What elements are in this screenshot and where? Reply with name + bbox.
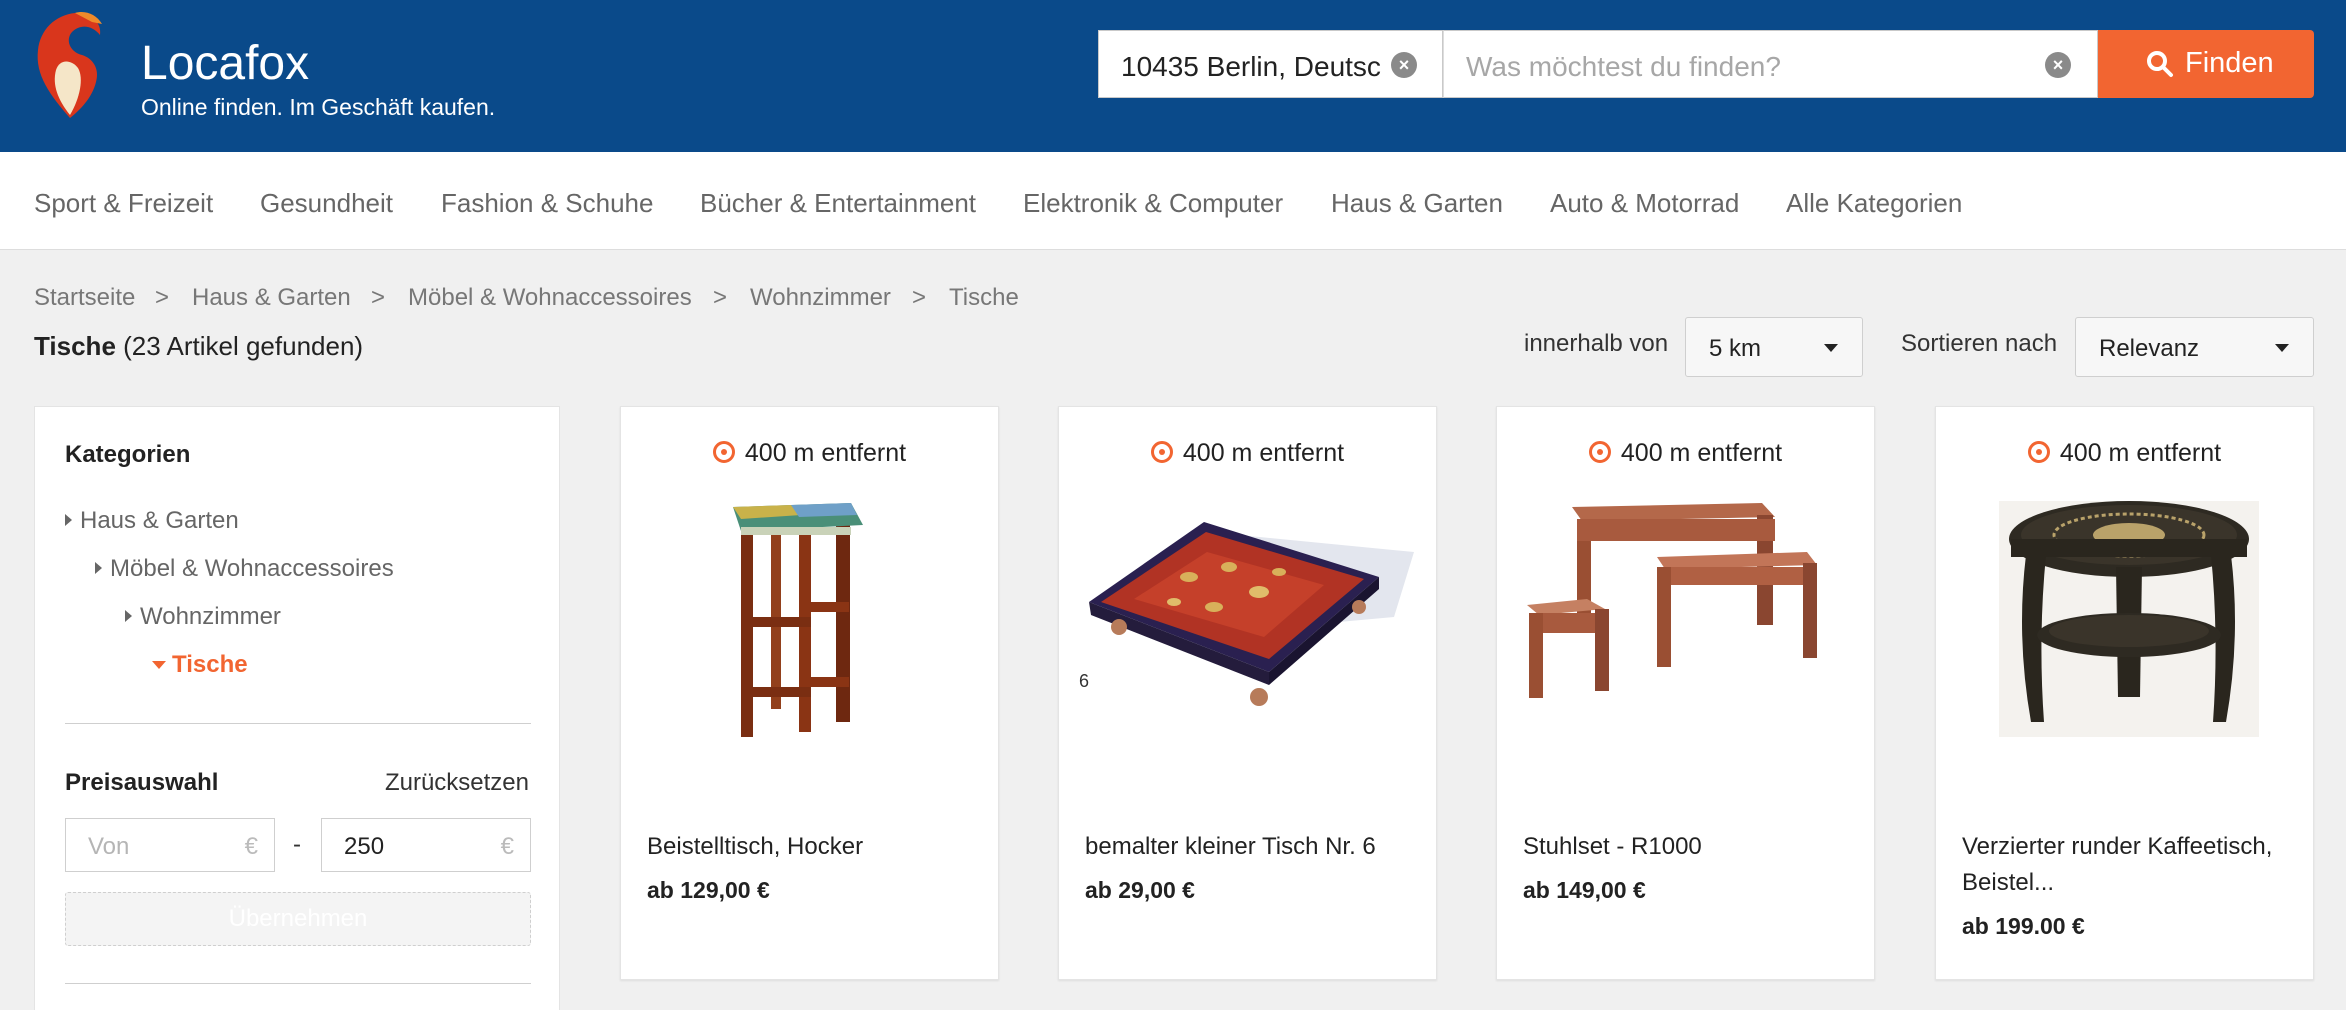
caret-right-icon	[125, 610, 132, 622]
product-price: ab 149,00 €	[1523, 877, 1646, 903]
product-price: ab 199.00 €	[1962, 913, 2085, 939]
nav-item-elektronik[interactable]: Elektronik & Computer	[1023, 188, 1283, 219]
nav-item-alle[interactable]: Alle Kategorien	[1786, 188, 1962, 219]
tree-item-wohnzimmer[interactable]: Wohnzimmer	[125, 603, 281, 631]
breadcrumb-separator: >	[371, 284, 386, 311]
euro-symbol: €	[244, 833, 258, 860]
tree-item-tische[interactable]: Tische	[152, 651, 248, 679]
divider	[65, 723, 531, 724]
price-from-input[interactable]: Von €	[65, 818, 275, 872]
result-count: (23 Artikel gefunden)	[123, 331, 364, 361]
clear-search-icon[interactable]: ×	[2045, 52, 2071, 78]
breadcrumb-wohnzimmer[interactable]: Wohnzimmer	[750, 284, 891, 312]
product-image-painted-table[interactable]: 6	[1079, 497, 1418, 737]
chevron-down-icon	[2275, 344, 2289, 352]
product-distance: 400 m entfernt	[1936, 439, 2313, 468]
tree-item-moebel[interactable]: Möbel & Wohnaccessoires	[95, 555, 394, 583]
price-range-dash: -	[293, 831, 301, 858]
search-placeholder[interactable]: Was möchtest du finden?	[1466, 51, 1781, 83]
tree-item-label: Haus & Garten	[80, 507, 239, 534]
product-distance-text: 400 m entfernt	[1182, 439, 1345, 467]
location-input[interactable]: 10435 Berlin, Deutsc ×	[1098, 30, 1443, 98]
product-name[interactable]: Stuhlset - R1000	[1523, 829, 1853, 865]
product-image-round-table[interactable]	[1956, 497, 2295, 737]
price-from-placeholder: Von	[88, 833, 130, 860]
caret-right-icon	[65, 514, 72, 526]
product-name[interactable]: Beistelltisch, Hocker	[647, 829, 977, 865]
price-to-value: 250	[344, 833, 385, 860]
product-distance: 400 m entfernt	[1059, 439, 1436, 468]
tree-item-label: Tische	[172, 651, 248, 678]
nav-item-buecher[interactable]: Bücher & Entertainment	[700, 188, 976, 219]
result-category: Tische	[34, 331, 116, 361]
breadcrumb-startseite[interactable]: Startseite	[34, 284, 135, 312]
page-title: Tische (23 Artikel gefunden)	[34, 331, 363, 362]
product-image-table-set[interactable]	[1517, 497, 1856, 737]
euro-symbol: €	[500, 833, 514, 860]
product-image-tall-stool[interactable]	[641, 497, 980, 737]
search-input[interactable]: Was möchtest du finden? ×	[1443, 30, 2098, 98]
price-to-input[interactable]: 250 €	[321, 818, 531, 872]
location-value[interactable]: 10435 Berlin, Deutsc	[1121, 51, 1391, 83]
nav-item-sport[interactable]: Sport & Freizeit	[34, 188, 213, 219]
product-name[interactable]: bemalter kleiner Tisch Nr. 6	[1085, 829, 1415, 865]
sort-select-value: Relevanz	[2099, 335, 2200, 362]
tree-item-label: Wohnzimmer	[140, 603, 281, 630]
sort-label: Sortieren nach	[1901, 330, 2058, 357]
breadcrumb-separator: >	[713, 284, 728, 311]
filter-sidebar: Kategorien Haus & Garten Möbel & Wohnacc…	[34, 406, 560, 1010]
product-distance-text: 400 m entfernt	[2059, 439, 2222, 467]
find-button[interactable]: Finden	[2098, 30, 2314, 98]
product-card[interactable]: 400 m entfernt Verzierter runder Kaffeet…	[1935, 406, 2314, 980]
search-icon	[2147, 51, 2173, 77]
brand-name[interactable]: Locafox	[141, 36, 309, 91]
distance-filter-label: innerhalb von	[1524, 330, 1669, 357]
breadcrumb-tische: Tische	[949, 284, 1019, 311]
product-distance: 400 m entfernt	[1497, 439, 1874, 468]
product-card[interactable]: 400 m entfernt Stuhlset - R1000 ab 149,0…	[1496, 406, 1875, 980]
caret-right-icon	[95, 562, 102, 574]
breadcrumb-separator: >	[155, 284, 170, 311]
product-distance: 400 m entfernt	[621, 439, 998, 468]
breadcrumb-haus-garten[interactable]: Haus & Garten	[192, 284, 351, 312]
find-button-label: Finden	[2185, 47, 2274, 79]
site-header: Locafox Online finden. Im Geschäft kaufe…	[0, 0, 2346, 152]
chevron-down-icon	[1824, 344, 1838, 352]
product-price: ab 29,00 €	[1085, 877, 1195, 903]
location-pin-icon	[1588, 441, 1611, 463]
locafox-logo-icon[interactable]	[30, 10, 110, 120]
price-heading: Preisauswahl	[65, 769, 219, 796]
nav-item-auto[interactable]: Auto & Motorrad	[1550, 188, 1739, 219]
reset-link[interactable]: Zurücksetzen	[385, 769, 529, 797]
distance-select[interactable]: 5 km	[1685, 317, 1863, 377]
location-pin-icon	[2027, 441, 2050, 463]
category-nav: Sport & Freizeit Gesundheit Fashion & Sc…	[0, 152, 2346, 250]
nav-item-fashion[interactable]: Fashion & Schuhe	[441, 188, 653, 219]
breadcrumb-separator: >	[912, 284, 927, 311]
product-image-label: 6	[1079, 671, 1089, 691]
product-card[interactable]: 400 m entfernt 6 bemalter kleiner Tisch …	[1058, 406, 1437, 980]
caret-down-icon	[152, 661, 166, 669]
sort-select[interactable]: Relevanz	[2075, 317, 2314, 377]
tree-item-haus-garten[interactable]: Haus & Garten	[65, 507, 239, 535]
tree-item-label: Möbel & Wohnaccessoires	[110, 555, 394, 582]
divider	[65, 983, 531, 984]
product-card[interactable]: 400 m entfernt Beistelltisch, Hocker ab …	[620, 406, 999, 980]
apply-button[interactable]: Übernehmen	[65, 892, 531, 946]
product-name[interactable]: Verzierter runder Kaffeetisch, Beistel..…	[1962, 829, 2292, 901]
nav-item-haus-garten[interactable]: Haus & Garten	[1331, 188, 1503, 219]
distance-select-value: 5 km	[1709, 335, 1762, 362]
product-distance-text: 400 m entfernt	[1620, 439, 1783, 467]
categories-heading: Kategorien	[65, 441, 191, 468]
location-pin-icon	[1150, 441, 1173, 463]
product-price: ab 129,00 €	[647, 877, 770, 903]
clear-location-icon[interactable]: ×	[1391, 52, 1417, 78]
brand-tagline: Online finden. Im Geschäft kaufen.	[141, 94, 496, 120]
location-pin-icon	[712, 441, 735, 463]
nav-item-gesundheit[interactable]: Gesundheit	[260, 188, 393, 219]
product-distance-text: 400 m entfernt	[744, 439, 907, 467]
breadcrumb-moebel[interactable]: Möbel & Wohnaccessoires	[408, 284, 692, 312]
